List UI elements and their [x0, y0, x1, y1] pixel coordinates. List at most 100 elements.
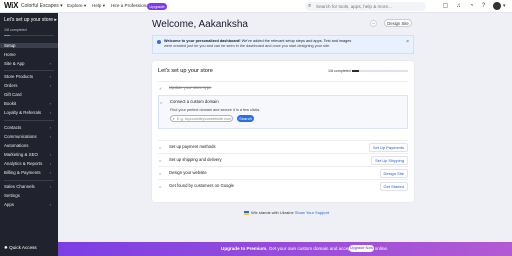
- nav-help-label: Help: [92, 3, 102, 8]
- show-support-link[interactable]: Show Your Support: [295, 210, 329, 215]
- avatar[interactable]: [493, 2, 501, 10]
- step-shipping[interactable]: ○ Set up shipping and delivery Set Up Sh…: [158, 153, 408, 165]
- step-custom-domain[interactable]: ○ Connect a custom domain Find your perf…: [158, 95, 408, 129]
- sidebar-item-marketing-seo[interactable]: Marketing & SEO ›: [4, 152, 54, 157]
- circle-icon: ○: [159, 145, 162, 150]
- sidebar-item-bookit[interactable]: Bookit ›: [4, 101, 54, 106]
- step-label: Get found by customers on Google: [169, 183, 234, 188]
- sidebar-item-site-app[interactable]: Site & App ›: [4, 61, 54, 66]
- nav-explore-label: Explore: [67, 3, 83, 8]
- sidebar-item-gift-card[interactable]: Gift Card: [4, 92, 22, 97]
- set-up-payments-button[interactable]: Set Up Payments: [368, 143, 408, 152]
- nav-help[interactable]: Help ▾: [92, 3, 105, 9]
- step-label: Set up payment methods: [169, 144, 216, 149]
- sidebar-item-label: Bookit: [4, 101, 17, 106]
- completion-text: 1/8 completed: [328, 69, 351, 73]
- chevron-right-icon: ›: [49, 125, 51, 130]
- quick-access-button[interactable]: ✸ Quick Access: [4, 245, 37, 251]
- ukraine-text: Wix stands with Ukraine: [251, 210, 294, 215]
- circle-icon: ○: [159, 171, 162, 176]
- sidebar-divider: [4, 120, 54, 121]
- banner-title: Welcome to your personalized dashboard!: [164, 39, 241, 43]
- completion-bar: [352, 70, 408, 72]
- sidebar-item-label: Apps: [4, 202, 15, 207]
- design-site-step-button[interactable]: Design Site: [379, 169, 408, 178]
- step-google[interactable]: ○ Get found by customers on Google Get S…: [158, 179, 408, 191]
- step-label: Connect a custom domain: [170, 99, 219, 104]
- chevron-down-icon[interactable]: ▾: [503, 3, 506, 9]
- upgrade-button[interactable]: Upgrade: [147, 2, 167, 10]
- site-selector[interactable]: Colorful Escapes ▾: [21, 3, 63, 9]
- domain-placeholder: E.g. mycoolsiteyourwebsite.com: [177, 117, 232, 121]
- info-icon: [157, 40, 161, 44]
- search-icon: ⌕: [308, 3, 312, 9]
- banner-line-1: Welcome to your personalized dashboard! …: [164, 39, 351, 43]
- circle-icon: ○: [160, 100, 163, 105]
- chevron-right-icon: ›: [49, 83, 51, 88]
- search-placeholder: Search for tools, apps, help & more...: [316, 4, 392, 9]
- sidebar-item-home[interactable]: Home: [4, 52, 16, 57]
- search-input[interactable]: ⌕ Search for tools, apps, help & more...: [305, 2, 426, 11]
- sidebar-setup-title-label: Let's set up your store: [4, 17, 54, 23]
- ukraine-notice: Wix stands with Ukraine Show Your Suppor…: [244, 210, 329, 215]
- set-up-shipping-button[interactable]: Set Up Shipping: [371, 156, 408, 165]
- chevron-right-icon: ›: [49, 202, 51, 207]
- sidebar-progress-fill: [4, 35, 11, 36]
- step-store-type[interactable]: ✓ Update your store type: [158, 81, 408, 92]
- bell-icon[interactable]: ◔: [468, 3, 475, 10]
- step-design[interactable]: ○ Design your website Design Site: [158, 166, 408, 178]
- sidebar-setup-title[interactable]: Let's set up your store ▸: [4, 17, 57, 23]
- sidebar-item-store-products[interactable]: Store Products ›: [4, 74, 54, 79]
- sidebar-item-loyalty[interactable]: Loyalty & Referrals ›: [4, 110, 54, 115]
- sidebar-item-contacts[interactable]: Contacts ›: [4, 125, 54, 130]
- check-icon: ✓: [159, 86, 163, 91]
- design-site-button[interactable]: Design Site: [384, 19, 412, 27]
- domain-search-input[interactable]: ⌕ E.g. mycoolsiteyourwebsite.com: [170, 115, 233, 122]
- help-icon[interactable]: ?: [480, 3, 487, 10]
- sidebar-divider: [4, 70, 54, 71]
- sidebar-item-label: Billing & Payments: [4, 170, 41, 175]
- chevron-right-icon: ›: [49, 110, 51, 115]
- notifications-icon[interactable]: ♫: [455, 3, 462, 10]
- promo-bold: Upgrade to Premium.: [221, 246, 268, 251]
- chat-icon[interactable]: ▢: [442, 3, 449, 10]
- wix-logo[interactable]: WiX: [4, 1, 18, 10]
- circle-icon: ○: [159, 184, 162, 189]
- chevron-right-icon: ›: [49, 184, 51, 189]
- sidebar-item-label: Marketing & SEO: [4, 152, 38, 157]
- sidebar-item-sales-channels[interactable]: Sales Channels ›: [4, 184, 54, 189]
- sidebar-item-settings[interactable]: Settings: [4, 193, 20, 198]
- welcome-banner: Welcome to your personalized dashboard! …: [152, 35, 414, 54]
- more-options-button[interactable]: ⋯: [370, 20, 377, 27]
- sidebar-item-setup[interactable]: Setup: [0, 43, 58, 48]
- circle-icon: ○: [159, 158, 162, 163]
- banner-line-2: were created just for you and can be see…: [164, 44, 331, 48]
- domain-search-button[interactable]: Search: [237, 115, 254, 122]
- upgrade-now-button[interactable]: Upgrade Now: [349, 245, 374, 252]
- sidebar-item-label: Site & App: [4, 61, 25, 66]
- close-icon[interactable]: ×: [406, 39, 409, 45]
- get-started-button[interactable]: Get Started: [379, 182, 408, 191]
- sidebar-item-analytics[interactable]: Analytics & Reports ›: [4, 161, 54, 166]
- sidebar-item-apps[interactable]: Apps ›: [4, 202, 54, 207]
- chevron-right-icon: ›: [49, 152, 51, 157]
- sidebar-item-communications[interactable]: Communications ›: [4, 134, 54, 139]
- ukraine-flag-icon: [244, 210, 249, 215]
- sidebar-item-label: Contacts: [4, 125, 22, 130]
- step-payments[interactable]: ○ Set up payment methods Set Up Payments: [158, 140, 408, 152]
- setup-card: Let's set up your store 1/8 completed ✓ …: [152, 61, 414, 202]
- sidebar-item-automations[interactable]: Automations: [4, 143, 28, 148]
- nav-hire-professional[interactable]: Hire a Professional: [111, 3, 150, 8]
- setup-card-title: Let's set up your store: [158, 68, 213, 74]
- domain-description: Find your perfect domain and secure it i…: [170, 108, 261, 112]
- top-bar: WiX Colorful Escapes ▾ Explore ▾ Help ▾ …: [0, 0, 512, 13]
- step-label: Update your store type: [169, 85, 212, 90]
- chevron-right-icon: ›: [49, 134, 51, 139]
- chevron-right-icon: ›: [49, 74, 51, 79]
- step-label: Set up shipping and delivery: [169, 157, 222, 162]
- sidebar-progress-bar: [4, 35, 54, 36]
- sidebar-item-orders[interactable]: Orders ›: [4, 83, 54, 88]
- nav-explore[interactable]: Explore ▾: [67, 3, 86, 9]
- chevron-right-icon: ›: [49, 101, 51, 106]
- sidebar-item-billing[interactable]: Billing & Payments ›: [4, 170, 54, 175]
